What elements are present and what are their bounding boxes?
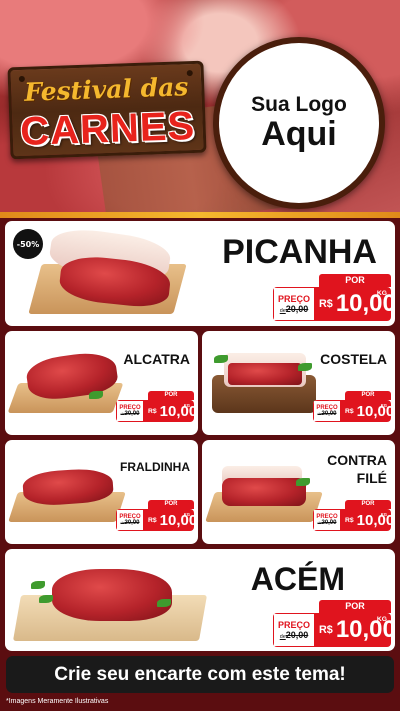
price-tag: POR PREÇO de20,00 R$ 10,00 KG — [313, 391, 391, 423]
old-price: 20,00 — [321, 520, 337, 526]
logo-text-line1: Sua Logo — [251, 92, 347, 116]
product-name: ACÉM — [250, 561, 345, 597]
product-card-alcatra: ALCATRA POR PREÇO de20,00 R$ 10,00 KG — [5, 331, 198, 435]
product-name: FRALDINHA — [120, 460, 190, 474]
product-name: PICANHA — [222, 233, 377, 271]
unit: KG — [183, 512, 190, 517]
unit: KG — [376, 290, 387, 297]
preco-label: PREÇO — [277, 294, 310, 304]
price-tag: POR PREÇO de20,00 R$ 10,00 KG — [273, 274, 391, 322]
contra-file-image — [205, 458, 323, 538]
price-tag: POR PREÇO de20,00 R$ 10,00 KG — [116, 391, 194, 423]
por-label: POR — [345, 500, 391, 509]
por-label: POR — [148, 500, 194, 509]
currency: R$ — [345, 407, 354, 415]
product-name-line2: FILÉ — [356, 469, 387, 486]
alcatra-image — [7, 345, 124, 425]
unit: KG — [380, 403, 387, 408]
costela-image — [206, 345, 321, 425]
por-label: POR — [319, 274, 391, 287]
festival-sign: Festival das CARNES — [7, 60, 207, 160]
disclaimer-text: *Imagens Meramente Ilustrativas — [6, 698, 109, 705]
product-card-fraldinha: FRALDINHA POR PREÇO de20,00 R$ 10,00 KG — [5, 440, 198, 544]
price-tag: POR PREÇO de20,00 R$ 10,00 KG — [273, 600, 391, 648]
old-price: 20,00 — [321, 411, 337, 417]
fraldinha-image — [8, 458, 126, 538]
festival-title: Festival das — [23, 72, 189, 107]
price-tag: POR PREÇO de20,00 R$ 10,00 KG — [313, 500, 391, 532]
picanha-image — [28, 224, 190, 324]
unit: KG — [376, 616, 387, 623]
product-card-acem: ACÉM POR PREÇO de20,00 R$ 10,00 KG — [5, 549, 395, 651]
currency: R$ — [345, 516, 354, 524]
acem-image — [12, 555, 208, 647]
preco-label: PREÇO — [277, 620, 310, 630]
currency: R$ — [319, 298, 333, 310]
divider-stripe — [0, 212, 400, 218]
logo-text-line2: Aqui — [261, 114, 337, 153]
old-price: 20,00 — [285, 630, 309, 640]
product-name-line1: CONTRA — [327, 452, 387, 468]
por-label: POR — [148, 391, 194, 400]
logo-placeholder: Sua Logo Aqui — [213, 37, 385, 209]
product-name: COSTELA — [320, 351, 387, 367]
old-price: 20,00 — [124, 411, 140, 417]
cta-banner[interactable]: Crie seu encarte com este tema! — [6, 656, 394, 693]
product-name: ALCATRA — [123, 351, 190, 367]
product-card-contra-file: CONTRA FILÉ POR PREÇO de20,00 R$ 10,00 K… — [202, 440, 395, 544]
product-name: CONTRA FILÉ — [327, 452, 387, 487]
currency: R$ — [148, 407, 157, 415]
old-price: 20,00 — [124, 520, 140, 526]
unit: KG — [183, 403, 190, 408]
unit: KG — [380, 512, 387, 517]
price-tag: POR PREÇO de20,00 R$ 10,00 KG — [116, 500, 194, 532]
old-price: 20,00 — [285, 304, 309, 314]
product-card-picanha: -50% PICANHA POR PREÇO de20,00 R$ 10,00 … — [5, 221, 395, 326]
product-card-costela: COSTELA POR PREÇO de20,00 R$ 10,00 KG — [202, 331, 395, 435]
currency: R$ — [148, 516, 157, 524]
currency: R$ — [319, 624, 333, 636]
carnes-title: CARNES — [19, 103, 196, 155]
por-label: POR — [345, 391, 391, 400]
por-label: POR — [319, 600, 391, 613]
